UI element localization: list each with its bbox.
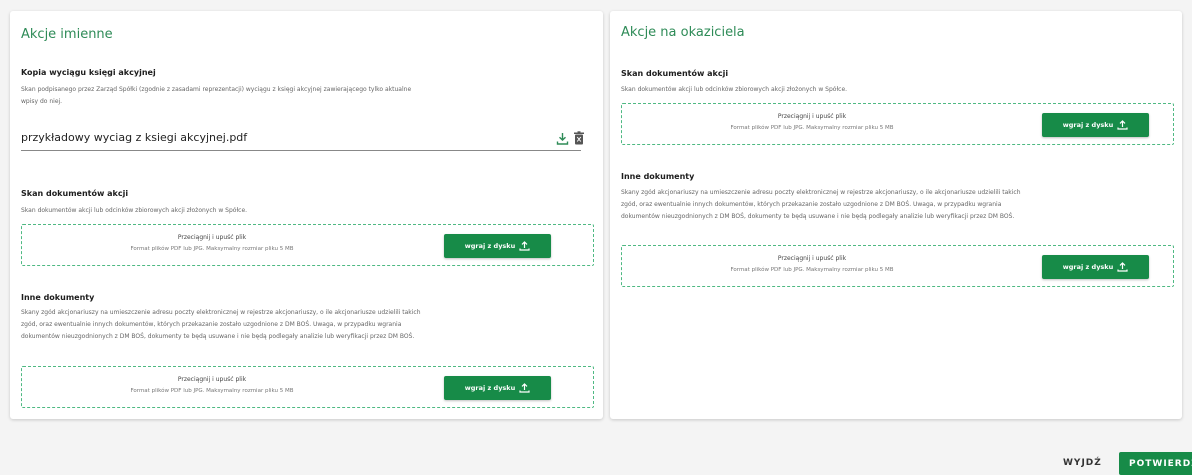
uploaded-file-name: przykładowy wyciag z ksiegi akcyjnej.pdf [21, 131, 248, 144]
upload-icon [519, 383, 530, 393]
trash-icon[interactable] [570, 129, 588, 147]
scan-section-description: Skan dokumentów akcji lub odcinków zbior… [21, 207, 248, 214]
upload-icon [1117, 262, 1128, 272]
registered-shares-panel: Akcje imienne Kopia wyciągu księgi akcyj… [10, 11, 603, 419]
dropzone-label: Przeciągnij i upuść plik [177, 376, 247, 383]
upload-button-label: wgraj z dysku [1062, 263, 1114, 271]
upload-from-disk-button[interactable]: wgraj z dysku [1042, 113, 1149, 137]
other-docs-section-description: Skany zgód akcjonariuszy na umieszczenie… [21, 309, 421, 340]
confirm-button[interactable]: POTWIERDŹ [1119, 452, 1192, 475]
scan-section-title: Skan dokumentów akcji [621, 69, 729, 78]
extract-section-title: Kopia wyciągu księgi akcyjnej [21, 68, 156, 77]
confirm-button-label: POTWIERDŹ [1129, 458, 1192, 469]
other-docs-section-title: Inne dokumenty [21, 293, 95, 302]
upload-icon [1117, 120, 1128, 130]
upload-button-label: wgraj z dysku [464, 384, 516, 392]
scan-section-description: Skan dokumentów akcji lub odcinków zbior… [621, 86, 848, 93]
extract-section-description: Skan podpisanego przez Zarząd Spółki (zg… [21, 86, 412, 105]
uploaded-file-row: przykładowy wyciag z ksiegi akcyjnej.pdf [21, 129, 584, 151]
scan-dropzone[interactable]: Przeciągnij i upuść plik Format plików P… [21, 224, 594, 266]
scan-dropzone[interactable]: Przeciągnij i upuść plik Format plików P… [621, 103, 1174, 145]
other-docs-section-title: Inne dokumenty [621, 172, 695, 181]
scan-section-title: Skan dokumentów akcji [21, 189, 129, 198]
dropzone-label: Przeciągnij i upuść plik [777, 113, 847, 120]
upload-from-disk-button[interactable]: wgraj z dysku [444, 234, 551, 258]
download-icon[interactable] [553, 129, 571, 147]
upload-from-disk-button[interactable]: wgraj z dysku [444, 376, 551, 400]
other-docs-dropzone[interactable]: Przeciągnij i upuść plik Format plików P… [21, 366, 594, 408]
dropzone-label: Przeciągnij i upuść plik [177, 234, 247, 241]
upload-from-disk-button[interactable]: wgraj z dysku [1042, 255, 1149, 279]
panel-title: Akcje imienne [21, 27, 113, 42]
other-docs-dropzone[interactable]: Przeciągnij i upuść plik Format plików P… [621, 245, 1174, 287]
bearer-shares-panel: Akcje na okaziciela Skan dokumentów akcj… [610, 11, 1182, 419]
upload-button-label: wgraj z dysku [464, 242, 516, 250]
dropzone-hint: Format plików PDF lub JPG. Maksymalny ro… [730, 125, 894, 131]
exit-button[interactable]: WYJDŹ [1063, 458, 1102, 468]
upload-icon [519, 241, 530, 251]
upload-button-label: wgraj z dysku [1062, 121, 1114, 129]
dropzone-hint: Format plików PDF lub JPG. Maksymalny ro… [730, 267, 894, 273]
other-docs-section-description: Skany zgód akcjonariuszy na umieszczenie… [621, 189, 1021, 220]
dropzone-hint: Format plików PDF lub JPG. Maksymalny ro… [130, 246, 294, 252]
dropzone-hint: Format plików PDF lub JPG. Maksymalny ro… [130, 388, 294, 394]
panel-title: Akcje na okaziciela [621, 25, 745, 40]
dropzone-label: Przeciągnij i upuść plik [777, 255, 847, 262]
